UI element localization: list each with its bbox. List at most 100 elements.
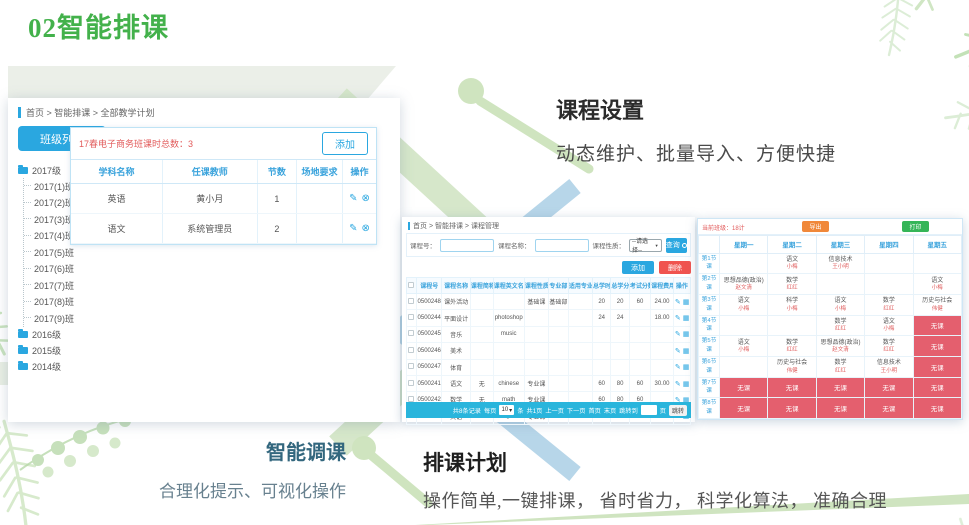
- lesson-cell[interactable]: 语文小梅: [913, 274, 961, 295]
- lesson-cell[interactable]: 思想品德(政治)赵文清: [816, 336, 864, 357]
- detail-icon[interactable]: ▦: [683, 381, 690, 388]
- tree-node-class[interactable]: 2017(5)班: [24, 244, 74, 261]
- detail-icon[interactable]: ▦: [683, 299, 690, 306]
- select-all-checkbox[interactable]: [408, 282, 414, 288]
- lesson-cell[interactable]: 数学红红: [865, 336, 913, 357]
- tree-node-class[interactable]: 2017(3)班: [24, 211, 74, 228]
- no-class-cell[interactable]: 无课: [720, 377, 768, 398]
- no-class-cell[interactable]: 无课: [768, 398, 816, 419]
- course-type-select[interactable]: --请选择-- ▼: [629, 239, 662, 252]
- delete-icon[interactable]: ⊗: [361, 193, 369, 204]
- detail-icon[interactable]: ▦: [683, 364, 690, 371]
- tree-node-class[interactable]: 2017(1)班: [24, 178, 74, 195]
- last-page-link[interactable]: 末页: [604, 406, 616, 415]
- next-page-link[interactable]: 下一页: [567, 406, 586, 415]
- lesson-cell[interactable]: 科学小梅: [768, 294, 816, 315]
- tree-node-class[interactable]: 2017(6)班: [24, 261, 74, 278]
- tree-node-class[interactable]: 2017(7)班: [24, 277, 74, 294]
- lesson-cell[interactable]: 语文小梅: [720, 336, 768, 357]
- detail-icon[interactable]: ▦: [683, 331, 690, 338]
- lesson-cell[interactable]: 数学红红: [768, 274, 816, 295]
- row-checkbox[interactable]: [408, 314, 414, 320]
- lesson-cell[interactable]: 语文小梅: [865, 315, 913, 336]
- no-class-cell[interactable]: 无课: [865, 398, 913, 419]
- lesson-cell[interactable]: 数学红红: [816, 315, 864, 336]
- row-checkbox[interactable]: [408, 298, 414, 304]
- empty-lesson-cell[interactable]: [865, 274, 913, 295]
- page-size-select[interactable]: 10▾: [499, 405, 514, 415]
- edit-icon[interactable]: ✎: [675, 299, 681, 306]
- row-checkbox[interactable]: [408, 363, 414, 369]
- edit-icon[interactable]: ✎: [675, 364, 681, 371]
- search-button[interactable]: 查询: [666, 238, 687, 253]
- edit-icon[interactable]: ✎: [349, 193, 357, 204]
- delete-button[interactable]: 删除: [659, 261, 691, 274]
- row-checkbox[interactable]: [408, 347, 414, 353]
- edit-icon[interactable]: ✎: [675, 331, 681, 338]
- empty-lesson-cell[interactable]: [768, 315, 816, 336]
- no-class-cell[interactable]: 无课: [913, 315, 961, 336]
- timetable-row: 第2节课思想品德(政治)赵文清数学红红语文小梅: [699, 274, 962, 295]
- lesson-cell[interactable]: 数学红红: [816, 356, 864, 377]
- no-class-cell[interactable]: 无课: [816, 377, 864, 398]
- tree-node-root[interactable]: 2017级: [18, 162, 74, 178]
- select-all-header: [407, 278, 417, 294]
- tree-node-class[interactable]: 2017(9)班: [24, 310, 74, 327]
- lesson-cell[interactable]: 语文小梅: [816, 294, 864, 315]
- empty-lesson-cell[interactable]: [865, 253, 913, 274]
- empty-lesson-cell[interactable]: [720, 253, 768, 274]
- no-class-cell[interactable]: 无课: [913, 377, 961, 398]
- add-button[interactable]: 添加: [622, 261, 654, 274]
- lesson-cell[interactable]: 思想品德(政治)赵文清: [720, 274, 768, 295]
- print-button[interactable]: 打印: [902, 221, 929, 232]
- edit-icon[interactable]: ✎: [675, 348, 681, 355]
- empty-lesson-cell[interactable]: [720, 356, 768, 377]
- no-class-cell[interactable]: 无课: [913, 336, 961, 357]
- tree-node-class[interactable]: 2017(4)班: [24, 228, 74, 245]
- lesson-cell[interactable]: 语文小梅: [768, 253, 816, 274]
- cell: 60: [629, 375, 650, 391]
- empty-lesson-cell[interactable]: [720, 315, 768, 336]
- lesson-cell[interactable]: 数学红红: [768, 336, 816, 357]
- tree-node-class[interactable]: 2017(2)班: [24, 195, 74, 212]
- prev-page-link[interactable]: 上一页: [545, 406, 564, 415]
- lesson-cell[interactable]: 历史与社会伟健: [913, 294, 961, 315]
- lesson-cell[interactable]: 信息技术王小明: [865, 356, 913, 377]
- empty-lesson-cell[interactable]: [913, 253, 961, 274]
- tree-node-grade[interactable]: 2015级: [18, 343, 74, 359]
- table-row: 0500248课外活动基础课基础部20206024.00✎▦: [407, 294, 691, 310]
- course-no-input[interactable]: [440, 239, 494, 252]
- goto-button[interactable]: 跳转: [669, 405, 687, 416]
- no-class-cell[interactable]: 无课: [913, 398, 961, 419]
- cell: 24: [592, 310, 610, 326]
- empty-lesson-cell[interactable]: [816, 274, 864, 295]
- tree-node-grade[interactable]: 2016级: [18, 327, 74, 343]
- lesson-cell[interactable]: 历史与社会伟健: [768, 356, 816, 377]
- row-checkbox[interactable]: [408, 330, 414, 336]
- export-button[interactable]: 导出: [802, 221, 829, 232]
- detail-icon[interactable]: ▦: [683, 315, 690, 322]
- lesson-cell[interactable]: 信息技术王小明: [816, 253, 864, 274]
- edit-icon[interactable]: ✎: [349, 223, 357, 234]
- tree-node-class[interactable]: 2017(8)班: [24, 294, 74, 311]
- add-button[interactable]: 添加: [322, 132, 368, 155]
- tree-node-grade[interactable]: 2014级: [18, 359, 74, 375]
- lesson-cell[interactable]: 数学红红: [865, 294, 913, 315]
- row-checkbox[interactable]: [408, 380, 414, 386]
- no-class-cell[interactable]: 无课: [865, 377, 913, 398]
- first-page-link[interactable]: 首页: [588, 406, 600, 415]
- edit-icon[interactable]: ✎: [675, 381, 681, 388]
- chevron-down-icon: ▼: [655, 243, 659, 248]
- lesson-cell[interactable]: 语文小梅: [720, 294, 768, 315]
- lesson-course: 数学: [865, 297, 912, 305]
- goto-page-input[interactable]: [641, 405, 657, 415]
- no-class-cell[interactable]: 无课: [913, 356, 961, 377]
- no-class-cell[interactable]: 无课: [768, 377, 816, 398]
- edit-icon[interactable]: ✎: [675, 315, 681, 322]
- no-class-cell[interactable]: 无课: [816, 398, 864, 419]
- no-class-cell[interactable]: 无课: [720, 398, 768, 419]
- detail-icon[interactable]: ▦: [683, 348, 690, 355]
- course-name-input[interactable]: [535, 239, 589, 252]
- cell: [548, 359, 568, 375]
- delete-icon[interactable]: ⊗: [361, 223, 369, 234]
